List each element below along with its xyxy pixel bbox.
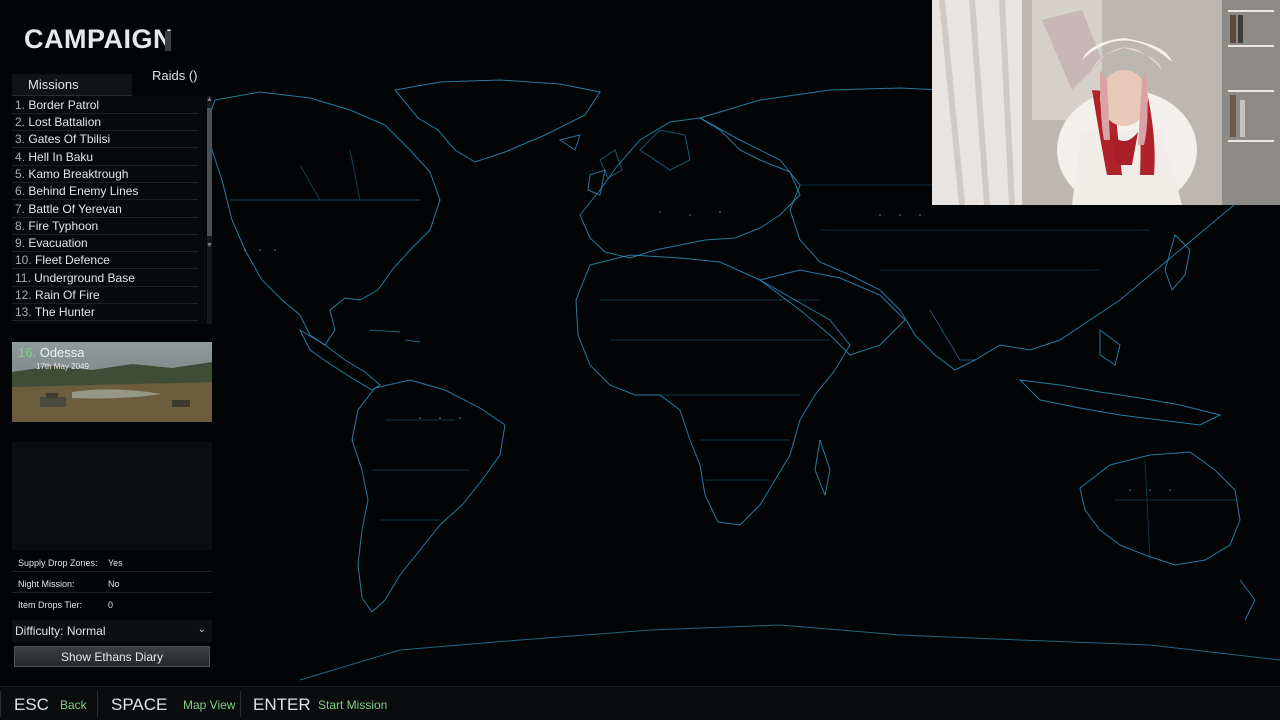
mission-info-box <box>12 442 212 550</box>
africa-outline <box>575 254 851 526</box>
mission-name: Rain Of Fire <box>35 288 100 302</box>
mission-item[interactable]: 11. Underground Base <box>12 271 198 287</box>
mission-name: Fleet Defence <box>35 253 110 267</box>
mission-item[interactable]: 9. Evacuation <box>12 236 198 252</box>
stat-value: Yes <box>108 558 123 568</box>
north-america-outline <box>207 91 441 346</box>
webcam-image <box>932 0 1280 205</box>
mission-number: 7. <box>15 202 26 216</box>
mission-item[interactable]: 1. Border Patrol <box>12 98 198 114</box>
stat-value: 0 <box>108 600 114 610</box>
chevron-down-icon: ⌄ <box>197 624 206 635</box>
stat-label: Item Drops Tier: <box>18 600 83 610</box>
tab-missions[interactable]: Missions <box>12 74 132 96</box>
australia-outline <box>1079 451 1241 566</box>
selected-mission-number: 16. <box>18 345 37 360</box>
mission-number: 11. <box>15 271 31 285</box>
space-key[interactable]: SPACE <box>111 695 167 715</box>
antarctica-outline <box>299 624 1280 681</box>
mission-number: 12. <box>15 288 32 302</box>
stat-divider <box>12 571 212 572</box>
mission-name: The Hunter <box>34 305 95 319</box>
mission-number: 9. <box>15 236 26 250</box>
mission-name: Lost Battalion <box>28 115 102 129</box>
mission-item[interactable]: 13. The Hunter <box>12 305 198 321</box>
mission-panel: Missions Raids () 1. Border Patrol 2. Lo… <box>12 66 214 667</box>
selected-mission-date: 17th May 2049 <box>36 362 89 371</box>
mission-name: Hell In Baku <box>28 150 94 164</box>
bar-separator <box>240 691 241 717</box>
mission-item[interactable]: 6. Behind Enemy Lines <box>12 184 198 200</box>
selected-mission-title: 16. Odessa <box>18 345 85 360</box>
bottom-key-bar: ESC Back SPACE Map View ENTER Start Miss… <box>0 686 1280 720</box>
mission-item[interactable]: 3. Gates Of Tbilisi <box>12 132 198 148</box>
webcam-overlay <box>932 0 1280 205</box>
mission-name: Evacuation <box>28 236 88 250</box>
middle-east-outline <box>758 269 906 356</box>
bar-separator <box>0 691 1 717</box>
start-mission-action[interactable]: Start Mission <box>318 698 387 712</box>
mission-preview[interactable]: 16. Odessa 17th May 2049 <box>12 342 212 422</box>
stat-label: Night Mission: <box>18 579 75 589</box>
scroll-down-icon[interactable]: ▼ <box>206 242 213 250</box>
page-title: CAMPAIGN <box>24 24 173 54</box>
mission-name: Kamo Breaktrough <box>28 167 129 181</box>
mission-item[interactable]: 8. Fire Typhoon <box>12 219 198 235</box>
mission-name: Fire Typhoon <box>28 219 99 233</box>
mission-item[interactable]: 2. Lost Battalion <box>12 115 198 131</box>
mission-number: 3. <box>15 132 26 146</box>
central-america-outline <box>298 328 381 391</box>
esc-key[interactable]: ESC <box>14 695 49 715</box>
mission-item[interactable]: 4. Hell In Baku <box>12 150 198 166</box>
mission-name: Underground Base <box>34 271 135 285</box>
difficulty-select[interactable]: Difficulty: Normal ⌄ <box>12 620 212 642</box>
mission-number: 4. <box>15 150 26 164</box>
mission-list: 1. Border Patrol 2. Lost Battalion 3. Ga… <box>12 96 206 324</box>
mission-number: 2. <box>15 115 26 129</box>
mission-number: 13. <box>15 305 32 319</box>
title-decoration <box>165 31 171 51</box>
mission-number: 8. <box>15 219 26 233</box>
mission-number: 1. <box>15 98 26 112</box>
japan-outline <box>1164 234 1191 291</box>
mission-name: Behind Enemy Lines <box>28 184 139 198</box>
mission-name: Gates Of Tbilisi <box>28 132 111 146</box>
mission-item[interactable]: 12. Rain Of Fire <box>12 288 198 304</box>
greenland-outline <box>394 79 601 163</box>
mission-list-scrollbar[interactable]: ▲ ▼ <box>206 96 213 324</box>
map-view-action[interactable]: Map View <box>183 698 235 712</box>
bar-separator <box>97 691 98 717</box>
selected-mission-name: Odessa <box>39 345 85 360</box>
mission-number: 6. <box>15 184 26 198</box>
europe-outline <box>579 117 801 259</box>
enter-key[interactable]: ENTER <box>253 695 311 715</box>
back-action[interactable]: Back <box>60 698 87 712</box>
stat-divider <box>12 592 212 593</box>
mission-number: 5. <box>15 167 26 181</box>
stat-label: Supply Drop Zones: <box>18 558 98 568</box>
mission-item[interactable]: 5. Kamo Breaktrough <box>12 167 198 183</box>
mission-item[interactable]: 10. Fleet Defence <box>12 253 198 269</box>
stat-value: No <box>108 579 120 589</box>
mission-name: Border Patrol <box>28 98 100 112</box>
show-diary-button[interactable]: Show Ethans Diary <box>14 646 210 667</box>
difficulty-label: Difficulty: <box>15 624 64 638</box>
mission-number: 10. <box>15 253 32 267</box>
south-america-outline <box>351 379 506 613</box>
mission-name: Battle Of Yerevan <box>28 202 122 216</box>
tab-raids[interactable]: Raids () <box>134 66 214 86</box>
mission-item[interactable]: 7. Battle Of Yerevan <box>12 202 198 218</box>
scroll-up-icon[interactable]: ▲ <box>206 96 213 104</box>
difficulty-value: Normal <box>66 624 106 638</box>
scrollbar-thumb[interactable] <box>207 108 212 236</box>
indonesia-outline <box>1018 379 1222 426</box>
